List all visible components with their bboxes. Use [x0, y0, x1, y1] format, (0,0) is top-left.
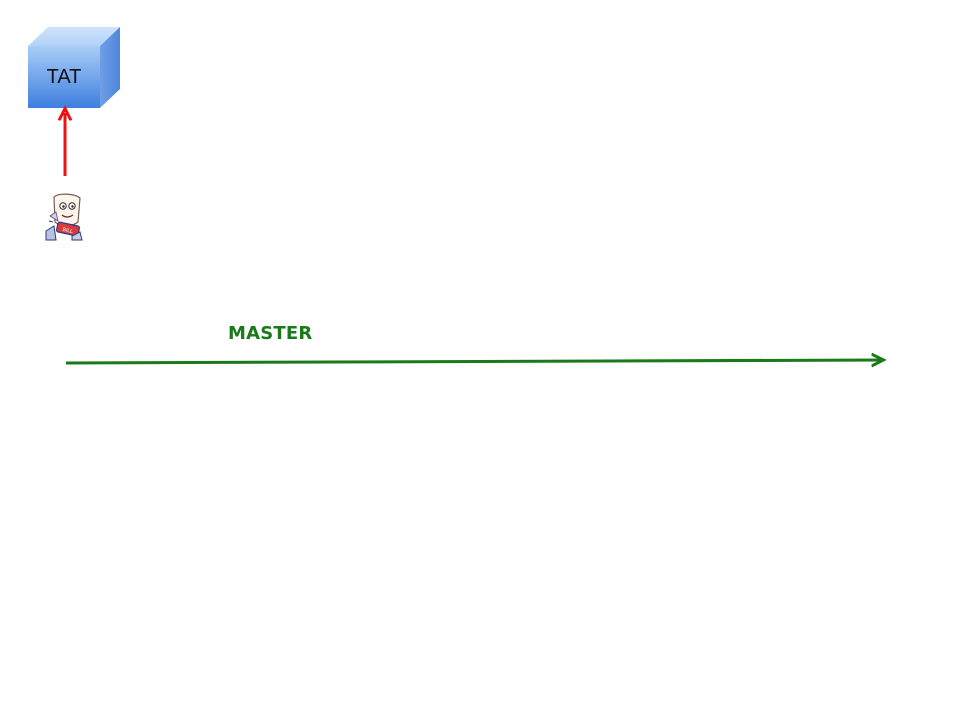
master-label: MASTER — [228, 323, 313, 344]
diagram-canvas: BILL TAT MASTER — [0, 0, 960, 720]
diagram-svg: BILL — [28, 27, 960, 720]
cartoon-character-icon: BILL — [45, 193, 83, 241]
tat-label: TAT — [46, 65, 82, 88]
master-arrow — [65, 360, 882, 363]
